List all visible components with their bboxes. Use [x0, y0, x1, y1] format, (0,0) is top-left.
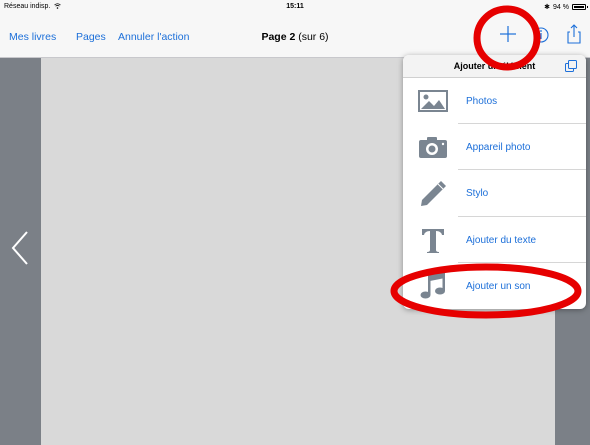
music-note-icon: [420, 271, 445, 299]
bluetooth-icon: ✱: [544, 4, 551, 11]
menu-item-add-sound[interactable]: Ajouter un son: [403, 263, 586, 309]
previous-page-arrow-icon[interactable]: [10, 230, 30, 266]
pen-icon: [421, 181, 446, 207]
page-total: (sur 6): [298, 31, 329, 43]
clock: 15:11: [286, 3, 304, 10]
page-number: Page 2: [261, 31, 296, 43]
battery-icon: [572, 4, 588, 10]
navigation-bar: Mes livres Pages Annuler l'action Page 2…: [0, 14, 590, 58]
battery-label: 94 %: [553, 3, 569, 11]
add-item-popover: Ajouter un élément Photos Appareil photo: [403, 55, 586, 309]
text-icon: [422, 228, 444, 253]
layers-icon[interactable]: [564, 59, 578, 73]
info-icon[interactable]: [530, 23, 552, 45]
camera-icon: [419, 137, 447, 159]
popover-header: Ajouter un élément: [403, 55, 586, 78]
photos-icon: [418, 90, 448, 112]
menu-label-add-sound: Ajouter un son: [466, 280, 531, 292]
menu-label-add-text: Ajouter du texte: [466, 234, 537, 246]
popover-title: Ajouter un élément: [453, 61, 536, 71]
menu-item-camera[interactable]: Appareil photo: [403, 124, 586, 171]
menu-item-add-text[interactable]: Ajouter du texte: [403, 217, 586, 263]
share-icon[interactable]: [563, 23, 585, 45]
battery-status: ✱ 94 %: [544, 3, 588, 11]
status-bar: Réseau indisp. 15:11 ✱ 94 %: [0, 0, 590, 14]
plus-icon[interactable]: [497, 23, 519, 45]
menu-label-pen: Stylo: [466, 188, 489, 200]
menu-label-photos: Photos: [466, 96, 498, 107]
menu-item-photos[interactable]: Photos: [403, 78, 586, 125]
menu-item-pen[interactable]: Stylo: [403, 170, 586, 217]
menu-label-camera: Appareil photo: [466, 142, 531, 154]
